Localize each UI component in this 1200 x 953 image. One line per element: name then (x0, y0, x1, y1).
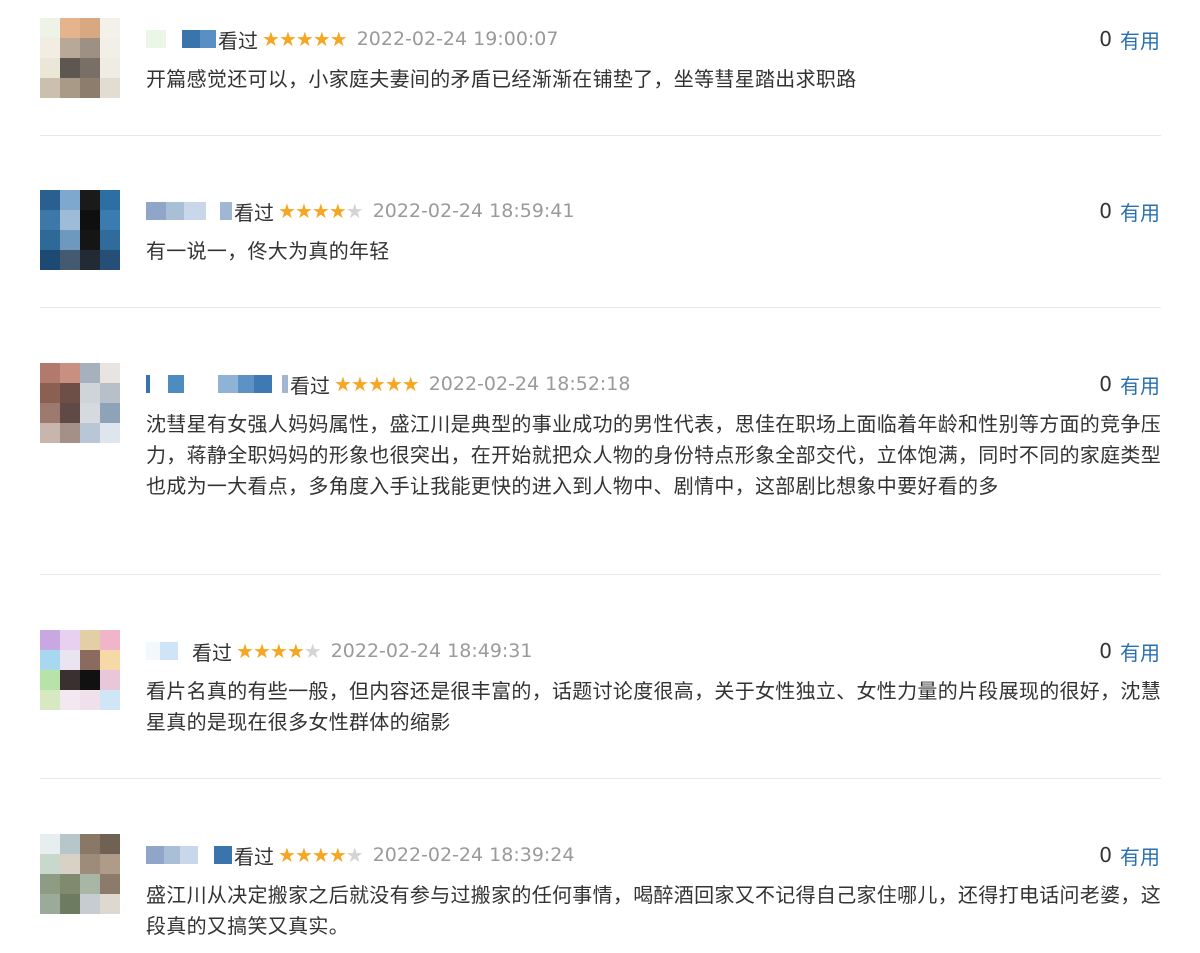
useful-button[interactable]: 有用 (1120, 841, 1160, 870)
star-filled-icon: ★ (311, 199, 330, 223)
star-filled-icon: ★ (278, 199, 296, 223)
star-filled-icon: ★ (294, 199, 313, 223)
rating-stars: ★★★★★ (334, 372, 420, 396)
star-filled-icon: ★ (269, 639, 288, 663)
star-filled-icon: ★ (262, 27, 280, 51)
comment-time: 2022-02-24 18:52:18 (428, 373, 631, 395)
star-filled-icon: ★ (329, 27, 348, 51)
divider (40, 135, 1161, 136)
comment-text: 沈彗星有女强人妈妈属性，盛江川是典型的事业成功的男性代表，思佳在职场上面临着年龄… (146, 412, 1161, 498)
useful-button[interactable]: 有用 (1120, 370, 1160, 399)
star-filled-icon: ★ (384, 372, 403, 396)
rating-stars: ★★★★★ (262, 27, 348, 51)
divider (40, 574, 1161, 575)
avatar[interactable] (40, 363, 120, 443)
watched-label: 看过 (192, 640, 232, 665)
star-filled-icon: ★ (350, 372, 369, 396)
username-redacted[interactable] (146, 29, 216, 49)
watched-label: 看过 (234, 200, 274, 225)
comment-time: 2022-02-24 18:39:24 (372, 844, 575, 866)
useful-count: 0 (1099, 372, 1112, 396)
comment-text: 看片名真的有些一般，但内容还是很丰富的，话题讨论度很高，关于女性独立、女性力量的… (146, 679, 1161, 734)
useful-count: 0 (1099, 199, 1112, 223)
divider (40, 778, 1161, 779)
star-filled-icon: ★ (334, 372, 352, 396)
comment-header: 看过 ★★★★★ 2022-02-24 18:59:41 (146, 197, 574, 225)
star-filled-icon: ★ (295, 27, 314, 51)
star-filled-icon: ★ (278, 27, 297, 51)
useful-count: 0 (1099, 27, 1112, 51)
comment-header: 看过 ★★★★★ 2022-02-24 19:00:07 (146, 25, 558, 53)
star-empty-icon: ★ (303, 639, 322, 663)
comment-header: 看过 ★★★★★ 2022-02-24 18:49:31 (146, 637, 532, 665)
star-filled-icon: ★ (286, 639, 305, 663)
star-empty-icon: ★ (345, 843, 364, 867)
rating-stars: ★★★★★ (278, 199, 364, 223)
divider (40, 307, 1161, 308)
username-redacted[interactable] (146, 374, 288, 394)
avatar[interactable] (40, 834, 120, 914)
star-filled-icon: ★ (252, 639, 271, 663)
comment-text: 有一说一，佟大为真的年轻 (146, 239, 390, 263)
star-filled-icon: ★ (401, 372, 420, 396)
comment-text: 盛江川从决定搬家之后就没有参与过搬家的任何事情，喝醉酒回家又不记得自己家住哪儿，… (146, 883, 1161, 938)
comment-text: 开篇感觉还可以，小家庭夫妻间的矛盾已经渐渐在铺垫了，坐等彗星踏出求职路 (146, 67, 857, 91)
useful-count: 0 (1099, 639, 1112, 663)
star-filled-icon: ★ (236, 639, 254, 663)
watched-label: 看过 (234, 844, 274, 869)
comment-header: 看过 ★★★★★ 2022-02-24 18:52:18 (146, 370, 630, 398)
star-filled-icon: ★ (312, 27, 331, 51)
rating-stars: ★★★★★ (236, 639, 322, 663)
avatar[interactable] (40, 18, 120, 98)
comment-list: 看过 ★★★★★ 2022-02-24 19:00:07 0 有用 开篇感觉还可… (0, 0, 1200, 953)
comment-header: 看过 ★★★★★ 2022-02-24 18:39:24 (146, 841, 574, 869)
username-redacted[interactable] (146, 201, 232, 221)
star-filled-icon: ★ (328, 199, 347, 223)
useful-vote: 0 有用 (1099, 370, 1160, 398)
useful-vote: 0 有用 (1099, 197, 1160, 225)
useful-vote: 0 有用 (1099, 841, 1160, 869)
star-filled-icon: ★ (367, 372, 386, 396)
watched-label: 看过 (218, 28, 258, 53)
avatar[interactable] (40, 190, 120, 270)
star-filled-icon: ★ (311, 843, 330, 867)
star-filled-icon: ★ (278, 843, 296, 867)
avatar[interactable] (40, 630, 120, 710)
star-filled-icon: ★ (328, 843, 347, 867)
useful-button[interactable]: 有用 (1120, 25, 1160, 54)
useful-button[interactable]: 有用 (1120, 197, 1160, 226)
username-redacted[interactable] (146, 641, 190, 661)
rating-stars: ★★★★★ (278, 843, 364, 867)
comment-time: 2022-02-24 18:59:41 (372, 200, 575, 222)
useful-count: 0 (1099, 843, 1112, 867)
star-empty-icon: ★ (345, 199, 364, 223)
useful-button[interactable]: 有用 (1120, 637, 1160, 666)
useful-vote: 0 有用 (1099, 25, 1160, 53)
useful-vote: 0 有用 (1099, 637, 1160, 665)
comment-time: 2022-02-24 18:49:31 (330, 640, 533, 662)
comment-time: 2022-02-24 19:00:07 (356, 28, 559, 50)
watched-label: 看过 (290, 373, 330, 398)
username-redacted[interactable] (146, 845, 232, 865)
star-filled-icon: ★ (294, 843, 313, 867)
